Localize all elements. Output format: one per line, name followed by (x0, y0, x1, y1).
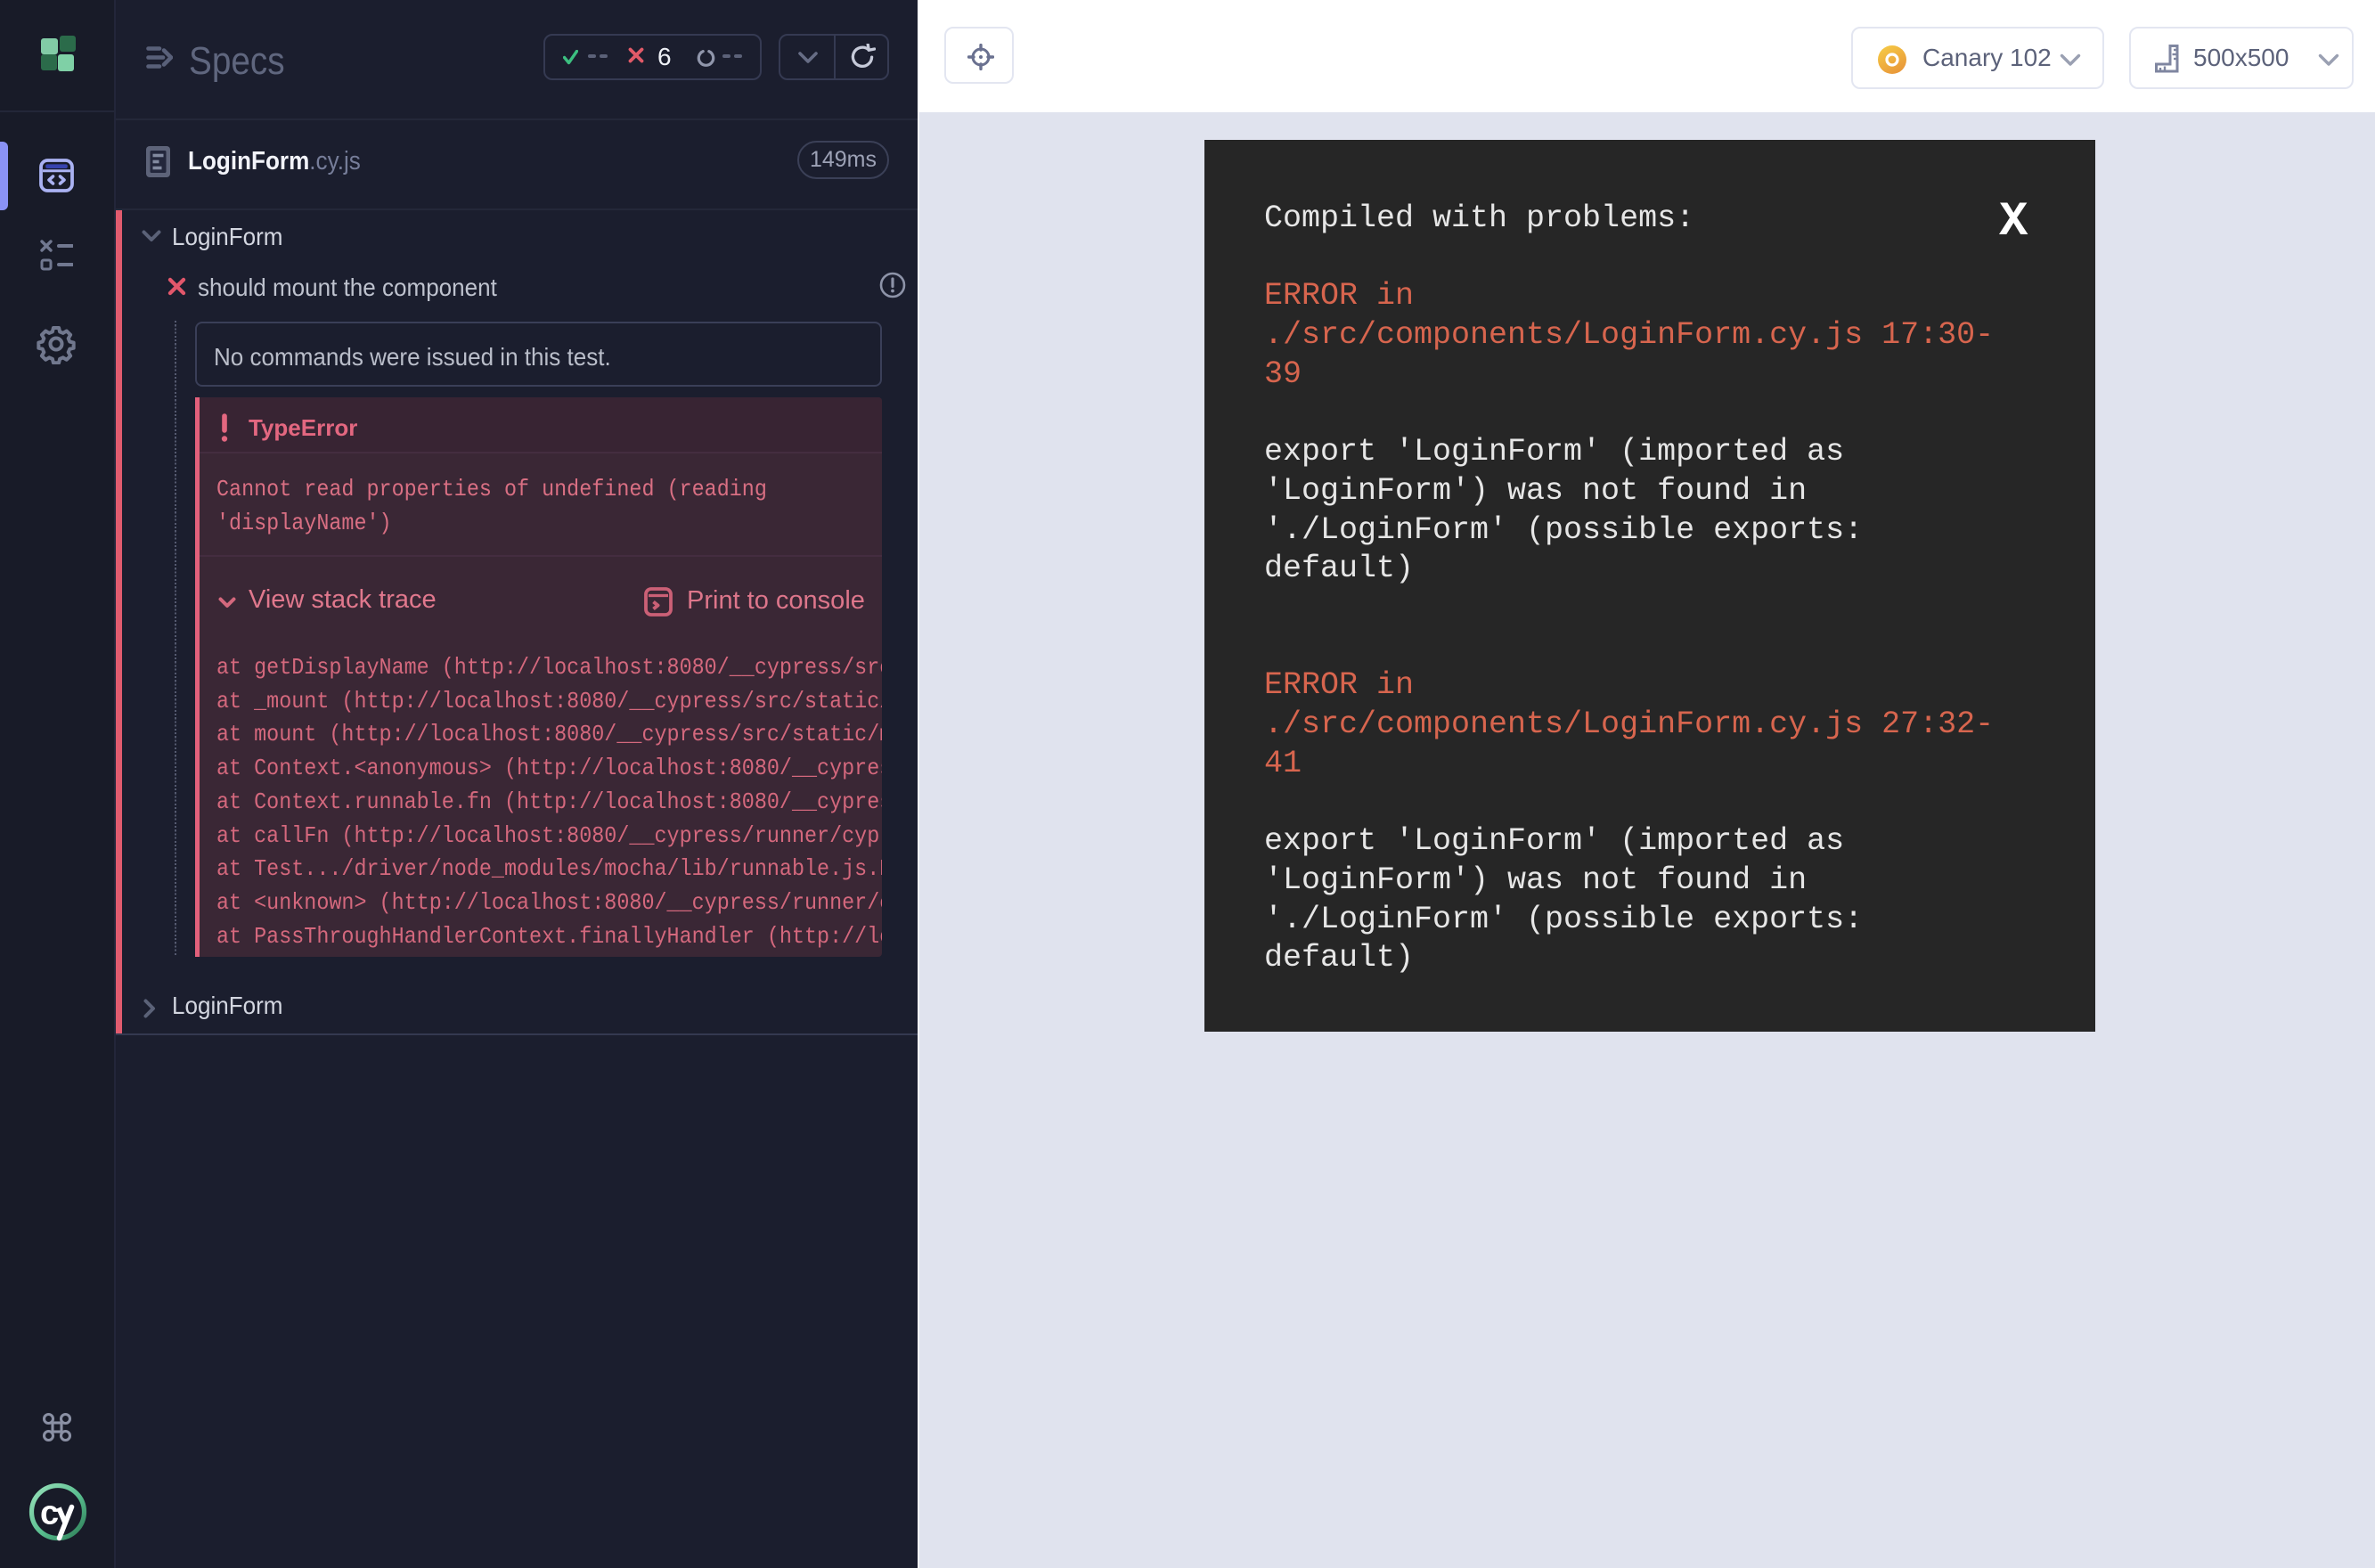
svg-text:c: c (40, 1495, 59, 1532)
